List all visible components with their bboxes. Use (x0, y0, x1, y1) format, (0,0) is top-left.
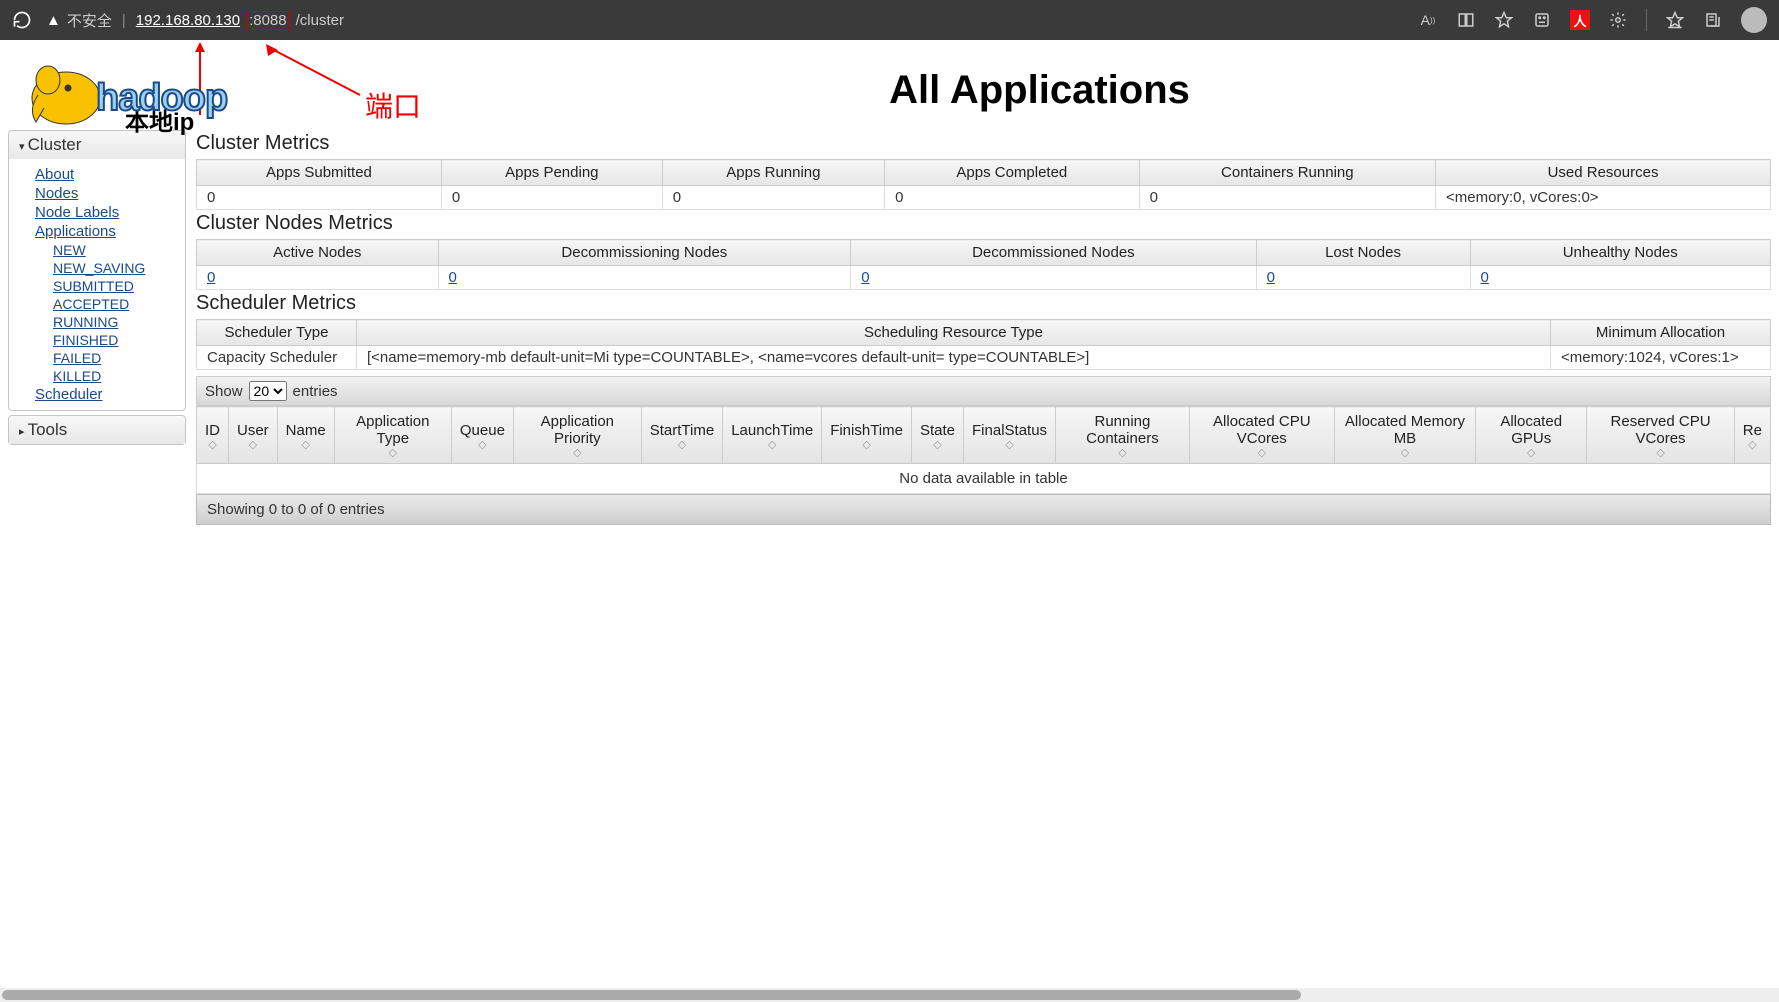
favorites-bar-icon[interactable] (1665, 10, 1685, 30)
svg-text:hadoop: hadoop (96, 77, 227, 119)
nav-app-submitted[interactable]: SUBMITTED (9, 277, 185, 295)
th-lost-nodes[interactable]: Lost Nodes (1256, 240, 1470, 266)
th-apps-col-12[interactable]: Allocated CPU VCores◇ (1189, 407, 1334, 464)
extensions-icon[interactable] (1608, 10, 1628, 30)
decommissioning-nodes-link[interactable]: 0 (449, 269, 457, 286)
th-apps-pending[interactable]: Apps Pending (441, 160, 662, 186)
sidebar: Cluster About Nodes Node Labels Applicat… (8, 130, 186, 449)
th-apps-col-3[interactable]: Application Type◇ (334, 407, 451, 464)
datatable-length-control: Show 20 entries (196, 376, 1771, 406)
show-label: Show (205, 383, 243, 400)
th-apps-completed[interactable]: Apps Completed (885, 160, 1140, 186)
empty-table-text: No data available in table (197, 464, 1771, 494)
unhealthy-nodes-link[interactable]: 0 (1481, 269, 1489, 286)
th-minimum-allocation[interactable]: Minimum Allocation (1551, 320, 1771, 346)
th-apps-col-16[interactable]: Re◇ (1734, 407, 1770, 464)
insecure-icon: ▲ (46, 12, 61, 29)
heading-scheduler-metrics: Scheduler Metrics (196, 292, 1771, 315)
nav-nodes[interactable]: Nodes (9, 184, 185, 203)
th-apps-col-11[interactable]: Running Containers◇ (1056, 407, 1190, 464)
horizontal-scrollbar[interactable] (0, 988, 1779, 1002)
th-apps-col-2[interactable]: Name◇ (277, 407, 334, 464)
entries-label: entries (293, 383, 338, 400)
th-apps-col-13[interactable]: Allocated Memory MB◇ (1334, 407, 1475, 464)
heading-nodes-metrics: Cluster Nodes Metrics (196, 212, 1771, 235)
scheduler-metrics-table: Scheduler Type Scheduling Resource Type … (196, 319, 1771, 370)
nav-app-new-saving[interactable]: NEW_SAVING (9, 259, 185, 277)
th-apps-running[interactable]: Apps Running (662, 160, 884, 186)
main-content: Cluster Metrics Apps Submitted Apps Pend… (196, 130, 1771, 525)
url-path: /cluster (296, 12, 344, 29)
insecure-label: 不安全 (67, 10, 112, 31)
profile-avatar[interactable] (1741, 7, 1767, 33)
nav-app-failed[interactable]: FAILED (9, 349, 185, 367)
url-port: :8088 (246, 11, 290, 30)
page-title: All Applications (318, 68, 1761, 113)
browser-chrome: ▲ 不安全 | 192.168.80.130:8088/cluster A)) … (0, 0, 1779, 40)
th-apps-col-14[interactable]: Allocated GPUs◇ (1476, 407, 1587, 464)
url-ip: 192.168.80.130 (136, 12, 240, 29)
th-apps-col-6[interactable]: StartTime◇ (641, 407, 722, 464)
th-active-nodes[interactable]: Active Nodes (197, 240, 439, 266)
datatable-info: Showing 0 to 0 of 0 entries (196, 494, 1771, 525)
nav-app-running[interactable]: RUNNING (9, 313, 185, 331)
th-scheduling-resource-type[interactable]: Scheduling Resource Type (357, 320, 1551, 346)
th-used-resources[interactable]: Used Resources (1436, 160, 1771, 186)
th-apps-col-10[interactable]: FinalStatus◇ (964, 407, 1056, 464)
lost-nodes-link[interactable]: 0 (1267, 269, 1275, 286)
th-apps-col-9[interactable]: State◇ (911, 407, 963, 464)
nav-about[interactable]: About (9, 165, 185, 184)
th-apps-submitted[interactable]: Apps Submitted (197, 160, 442, 186)
th-containers-running[interactable]: Containers Running (1139, 160, 1435, 186)
nodes-metrics-table: Active Nodes Decommissioning Nodes Decom… (196, 239, 1771, 290)
applications-table: ID◇User◇Name◇Application Type◇Queue◇Appl… (196, 406, 1771, 494)
sidebar-section-tools[interactable]: Tools (9, 416, 185, 444)
cluster-metrics-table: Apps Submitted Apps Pending Apps Running… (196, 159, 1771, 210)
decommissioned-nodes-link[interactable]: 0 (861, 269, 869, 286)
active-nodes-link[interactable]: 0 (207, 269, 215, 286)
nav-app-finished[interactable]: FINISHED (9, 331, 185, 349)
screenshot-icon[interactable] (1532, 10, 1552, 30)
th-apps-col-1[interactable]: User◇ (229, 407, 278, 464)
nav-app-accepted[interactable]: ACCEPTED (9, 295, 185, 313)
th-decommissioned-nodes[interactable]: Decommissioned Nodes (851, 240, 1256, 266)
nav-node-labels[interactable]: Node Labels (9, 203, 185, 222)
nav-app-killed[interactable]: KILLED (9, 367, 185, 385)
favorite-icon[interactable] (1494, 10, 1514, 30)
sidebar-section-cluster[interactable]: Cluster (9, 131, 185, 159)
th-apps-col-7[interactable]: LaunchTime◇ (723, 407, 822, 464)
read-aloud-icon[interactable]: A)) (1418, 10, 1438, 30)
th-apps-col-0[interactable]: ID◇ (197, 407, 229, 464)
nav-scheduler[interactable]: Scheduler (9, 385, 185, 404)
reload-icon[interactable] (12, 10, 32, 30)
nav-app-new[interactable]: NEW (9, 241, 185, 259)
pdf-icon[interactable]: 人 (1570, 10, 1590, 30)
th-apps-col-5[interactable]: Application Priority◇ (513, 407, 641, 464)
split-screen-icon[interactable] (1456, 10, 1476, 30)
url-bar[interactable]: ▲ 不安全 | 192.168.80.130:8088/cluster (46, 10, 344, 31)
heading-cluster-metrics: Cluster Metrics (196, 132, 1771, 155)
page-size-select[interactable]: 20 (249, 381, 287, 401)
nav-applications[interactable]: Applications (9, 222, 185, 241)
th-apps-col-4[interactable]: Queue◇ (451, 407, 513, 464)
th-apps-col-15[interactable]: Reserved CPU VCores◇ (1587, 407, 1734, 464)
th-decommissioning-nodes[interactable]: Decommissioning Nodes (438, 240, 851, 266)
th-unhealthy-nodes[interactable]: Unhealthy Nodes (1470, 240, 1771, 266)
hadoop-logo[interactable]: hadoop (18, 50, 318, 130)
th-apps-col-8[interactable]: FinishTime◇ (822, 407, 912, 464)
collections-icon[interactable] (1703, 10, 1723, 30)
th-scheduler-type[interactable]: Scheduler Type (197, 320, 357, 346)
